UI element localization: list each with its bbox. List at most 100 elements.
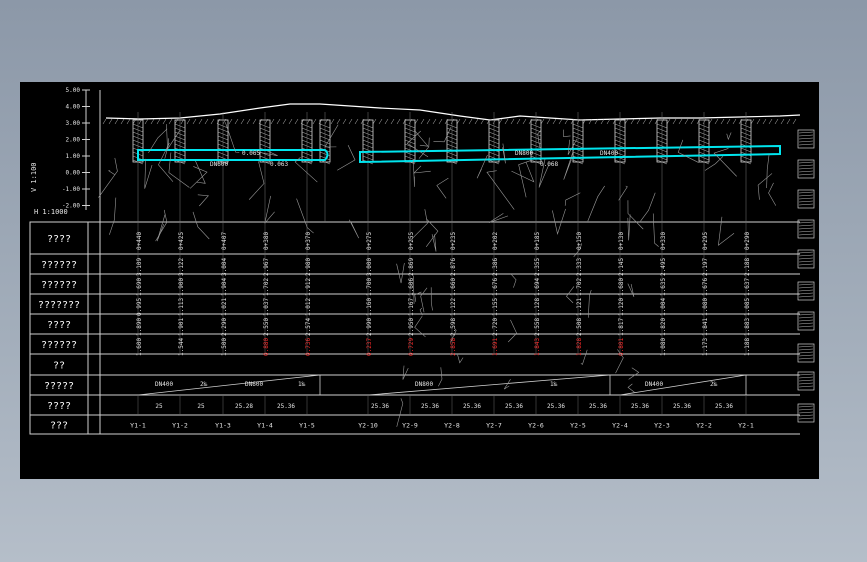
row-label: ???? [47, 401, 71, 412]
legend-hatch [798, 373, 814, 376]
legend-hatch [798, 348, 814, 351]
leader-line [433, 127, 452, 143]
station-label: Y1-2 [172, 422, 188, 430]
ground-hatch [672, 118, 677, 125]
cell-value: 3.109 [136, 258, 143, 276]
axis-tick-label: 1.00 [66, 153, 81, 160]
ground-hatch [384, 118, 389, 125]
distance-value: 25.36 [277, 403, 295, 410]
axis-tick-label: 0.00 [66, 170, 81, 177]
distance-value: 25.28 [235, 403, 253, 410]
cell-value: 1.121 [576, 298, 583, 316]
leader-line [192, 211, 210, 240]
cell-value: 1.702 [576, 278, 583, 296]
station-label: Y2-7 [486, 422, 502, 430]
drawing-sheet: ????????????????????????????????????????… [20, 82, 819, 479]
pipe-tag: 0.063 [270, 161, 288, 168]
cell-value: 0.801 [618, 338, 625, 356]
cell-value: 1.900 [178, 278, 185, 296]
leader-line [349, 219, 360, 239]
legend-hatch [798, 200, 814, 203]
vertical-scale-label: V 1:100 [30, 162, 38, 192]
ground-hatch [312, 118, 317, 125]
legend-hatch [798, 316, 814, 319]
leader-line [627, 214, 631, 241]
cell-value: 1.690 [136, 278, 143, 296]
legend-hatch [798, 382, 814, 385]
ground-hatch [522, 118, 527, 125]
cell-value: 2.869 [408, 258, 415, 276]
ground-hatch [330, 118, 335, 125]
slope-line [619, 374, 747, 396]
axis-tick-label: 4.00 [66, 104, 81, 111]
ground-hatch [228, 118, 233, 125]
cell-value: 1.600 [136, 338, 143, 356]
ground-hatch [198, 118, 203, 125]
leader-line [296, 198, 314, 234]
cell-value: 1.128 [534, 298, 541, 316]
pipe-tag: DN600 [210, 161, 228, 168]
station-label: Y2-8 [444, 422, 460, 430]
leader-line [402, 365, 409, 380]
cell-value: 2.876 [450, 258, 457, 276]
ground-hatch [558, 118, 563, 125]
leader-line [144, 158, 153, 189]
ground-profile [102, 103, 801, 125]
row-label: ?????? [41, 260, 77, 271]
legend-hatch [798, 376, 814, 379]
leader-line [507, 319, 518, 343]
cell-value: 0+235 [450, 232, 457, 250]
cell-value: 1.188 [744, 338, 751, 356]
leader-line [324, 124, 339, 148]
cell-value: 1.160 [366, 298, 373, 316]
cell-value: 1.702 [263, 278, 270, 296]
leader-line [486, 170, 515, 210]
legend-hatch [798, 354, 814, 357]
legend-hatch [798, 173, 814, 176]
ground-hatch [348, 118, 353, 125]
ground-hatch [156, 118, 161, 125]
leader-line [511, 274, 517, 288]
leader-line [414, 291, 422, 302]
legend-hatch [798, 167, 814, 170]
leader-line [155, 209, 168, 242]
station-label: Y1-4 [257, 422, 273, 430]
axis-tick-label: 3.00 [66, 120, 81, 127]
ground-hatch [456, 118, 461, 125]
distance-value: 25.36 [505, 403, 523, 410]
cell-value: 0+290 [744, 232, 751, 250]
legend-hatch [798, 254, 814, 257]
leader-line [436, 177, 449, 199]
ground-hatch [480, 118, 485, 125]
legend-hatch [798, 227, 814, 230]
distance-value: 25.36 [463, 403, 481, 410]
ground-hatch [462, 118, 467, 125]
leader-line [518, 160, 532, 198]
cell-value: 1.037 [263, 298, 270, 316]
ground-hatch [252, 118, 257, 125]
legend-hatch [798, 224, 814, 227]
ground-hatch [750, 118, 755, 125]
leader-line [503, 379, 511, 390]
leader-line [718, 216, 735, 246]
row-label: ?????? [41, 280, 77, 291]
ground-hatch [294, 118, 299, 125]
cell-value: 1.817 [618, 318, 625, 336]
cell-value: 1.021 [221, 298, 228, 316]
leader-line [640, 192, 656, 222]
cell-value: 1.122 [450, 298, 457, 316]
cell-value: 1.113 [178, 298, 185, 316]
cell-value: 2.333 [576, 258, 583, 276]
cell-value: 1.080 [702, 298, 709, 316]
ground-hatch [108, 118, 113, 125]
cell-value: 0+425 [178, 232, 185, 250]
cell-value: 0+202 [492, 232, 499, 250]
leader-line [563, 129, 571, 138]
cell-value: 1.912 [305, 278, 312, 296]
cell-value: 1.694 [534, 278, 541, 296]
ground-hatch [624, 118, 629, 125]
leader-line [438, 367, 443, 387]
leader-line [552, 208, 566, 236]
ground-hatch [288, 118, 293, 125]
axis-tick-label: -1.00 [62, 186, 80, 193]
